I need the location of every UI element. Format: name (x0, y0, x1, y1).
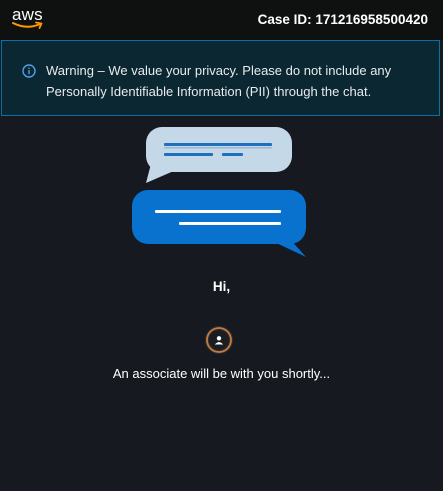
outgoing-bubble-icon (132, 190, 306, 257)
info-icon (22, 64, 36, 78)
chat-bubbles-icon (132, 127, 306, 257)
user-icon (205, 326, 233, 354)
header-bar: aws Case ID: 171216958500420 (0, 0, 443, 40)
chat-window: aws Case ID: 171216958500420 Warning – W… (0, 0, 443, 491)
aws-smile-icon (12, 21, 43, 29)
case-id: Case ID: 171216958500420 (257, 12, 428, 27)
privacy-warning: Warning – We value your privacy. Please … (1, 40, 440, 116)
warning-text: Warning – We value your privacy. Please … (46, 63, 392, 99)
incoming-bubble-icon (146, 127, 292, 183)
greeting-text: Hi, (212, 279, 231, 294)
aws-logo: aws (12, 6, 48, 34)
status-message: An associate will be with you shortly... (112, 366, 331, 381)
